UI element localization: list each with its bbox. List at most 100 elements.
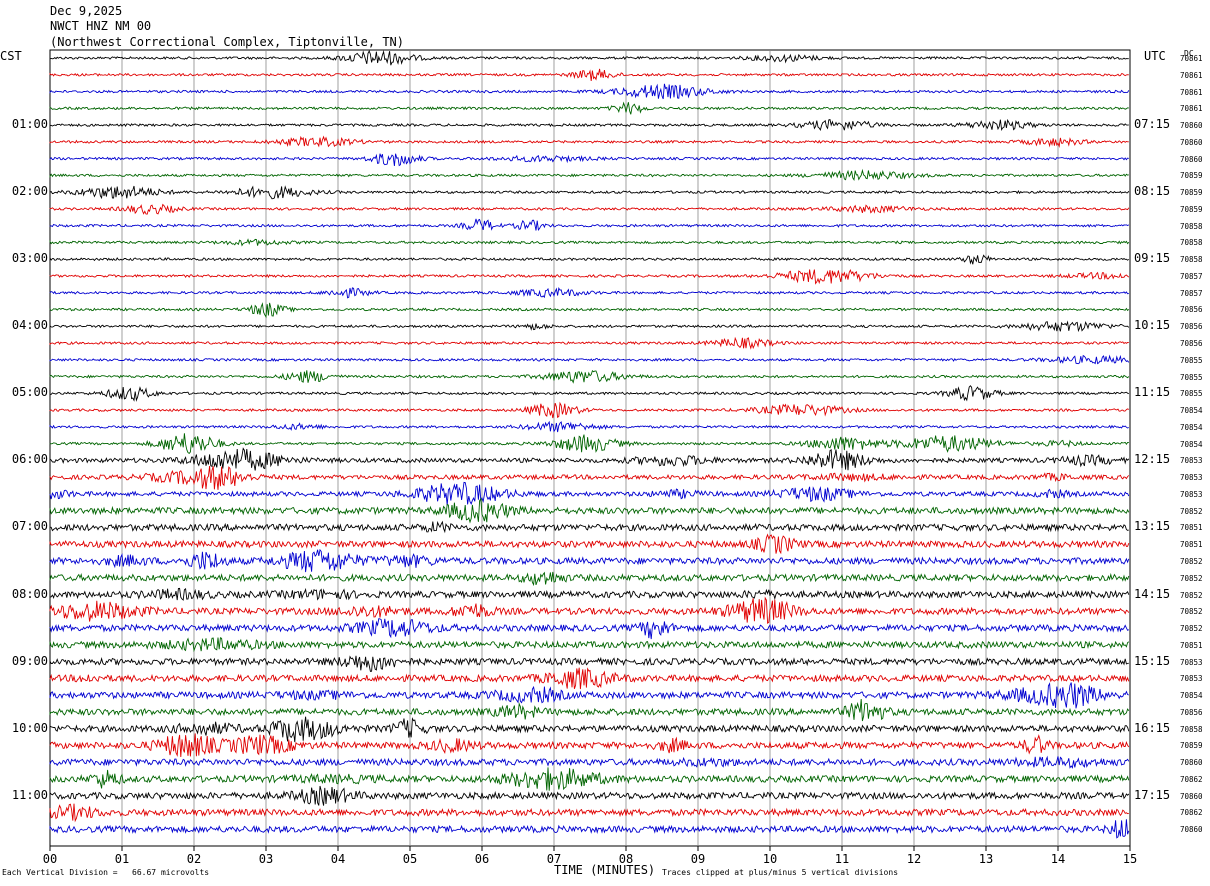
- x-tick-label: 05: [402, 852, 418, 866]
- left-hour-label: 02:00: [11, 184, 48, 199]
- x-axis-label: TIME (MINUTES): [554, 863, 656, 877]
- right-hour-label: 16:15: [1134, 720, 1171, 735]
- dc-offset-value: 70859: [1180, 741, 1203, 751]
- x-tick-label: 06: [474, 852, 490, 866]
- dc-offset-value: 70858: [1180, 724, 1203, 734]
- dc-offset-value: 70860: [1180, 758, 1203, 768]
- seismic-trace: [49, 118, 1129, 132]
- x-tick-label: 12: [906, 852, 922, 866]
- dc-offset-value: 70860: [1180, 121, 1203, 131]
- seismic-trace: [49, 655, 1129, 672]
- x-tick-label: 15: [1122, 852, 1138, 866]
- seismic-trace: [49, 370, 1130, 384]
- x-tick-label: 09: [690, 852, 706, 866]
- dc-offset-value: 70862: [1180, 774, 1203, 784]
- seismic-trace: [49, 716, 1130, 743]
- x-tick-label: 01: [114, 852, 130, 866]
- seismic-trace: [49, 433, 1129, 455]
- dc-offset-value: 70854: [1180, 406, 1203, 416]
- dc-offset-value: 70853: [1180, 657, 1203, 667]
- left-hour-label: 06:00: [11, 452, 48, 467]
- x-tick-label: 04: [330, 852, 346, 866]
- left-hour-label: 01:00: [11, 117, 48, 132]
- left-hour-label: 11:00: [11, 787, 48, 802]
- seismic-trace: [49, 320, 1130, 333]
- right-hour-label: 07:15: [1134, 117, 1171, 132]
- left-hour-label: 03:00: [11, 251, 48, 266]
- scale-note: Each Vertical Division = 66.67 microvolt…: [2, 868, 210, 877]
- dc-offset-value: 70861: [1180, 104, 1203, 114]
- dc-offset-value: 70852: [1180, 556, 1203, 566]
- dc-offset-value: 70856: [1180, 339, 1203, 349]
- dc-offset-value: 70860: [1180, 137, 1203, 147]
- seismic-trace: [49, 767, 1130, 791]
- seismic-trace: [49, 637, 1130, 653]
- right-hour-label: 12:15: [1134, 452, 1171, 467]
- seismic-trace: [49, 618, 1130, 640]
- dc-offset-value: 70860: [1180, 791, 1203, 801]
- left-hour-label: 09:00: [11, 653, 48, 668]
- dc-offset-value: 70860: [1180, 825, 1203, 835]
- left-hour-label: 05:00: [11, 385, 48, 400]
- x-tick-label: 02: [186, 852, 202, 866]
- clip-note: Traces clipped at plus/minus 5 vertical …: [662, 868, 899, 877]
- dc-offset-value: 70853: [1180, 473, 1203, 483]
- seismic-trace: [49, 698, 1130, 722]
- dc-offset-value: 70858: [1180, 221, 1203, 231]
- dc-offset-value: 70857: [1180, 271, 1203, 281]
- right-hour-label: 17:15: [1134, 787, 1171, 802]
- x-tick-label: 00: [42, 852, 58, 866]
- seismic-trace: [49, 571, 1130, 587]
- right-hour-label: 10:15: [1134, 318, 1171, 333]
- seismic-trace: [49, 385, 1129, 402]
- seismic-trace: [49, 401, 1129, 419]
- dc-offset-value: 70861: [1180, 87, 1203, 97]
- dc-offset-value: 70853: [1180, 674, 1203, 684]
- helicorder-plot: [49, 49, 1131, 851]
- dc-offset-value: 70851: [1180, 640, 1203, 650]
- dc-offset-value: 70852: [1180, 607, 1203, 617]
- seismic-trace: [49, 83, 1130, 100]
- seismic-trace: [49, 168, 1129, 181]
- seismic-trace: [49, 50, 1129, 66]
- seismic-trace: [49, 153, 1129, 167]
- x-tick-label: 03: [258, 852, 274, 866]
- dc-offset-value: 70851: [1180, 523, 1203, 533]
- dc-offset-value: 70853: [1180, 456, 1203, 466]
- seismic-trace: [49, 803, 1129, 823]
- seismic-trace: [49, 755, 1130, 769]
- dc-offset-value: 70861: [1180, 70, 1203, 80]
- seismic-trace: [49, 587, 1130, 601]
- seismic-trace: [49, 596, 1130, 624]
- seismic-trace: [49, 336, 1129, 350]
- seismic-trace: [49, 302, 1130, 319]
- dc-offset-value: 70856: [1180, 707, 1203, 717]
- x-tick-label: 14: [1050, 852, 1066, 866]
- seismic-trace: [49, 203, 1130, 215]
- seismic-trace: [49, 548, 1130, 573]
- seismic-trace: [49, 733, 1130, 758]
- left-hour-label: 08:00: [11, 586, 48, 601]
- right-hour-label: 13:15: [1134, 519, 1171, 534]
- seismic-trace: [49, 497, 1130, 524]
- seismic-trace: [49, 238, 1130, 247]
- left-hour-label: 10:00: [11, 720, 48, 735]
- seismic-trace: [49, 218, 1130, 232]
- right-hour-label: 11:15: [1134, 385, 1171, 400]
- dc-offset-value: 70858: [1180, 238, 1203, 248]
- right-hour-label: 15:15: [1134, 653, 1171, 668]
- right-hour-label: 08:15: [1134, 184, 1171, 199]
- dc-offset-value: 70855: [1180, 372, 1203, 382]
- seismic-trace: [49, 447, 1130, 471]
- dc-offset-value: 70859: [1180, 188, 1203, 198]
- seismic-trace: [49, 68, 1129, 81]
- x-tick-label: 10: [762, 852, 778, 866]
- seismic-trace: [49, 254, 1130, 265]
- x-tick-label: 13: [978, 852, 994, 866]
- dc-offset-value: 70856: [1180, 305, 1203, 315]
- dc-offset-value: 70862: [1180, 808, 1203, 818]
- dc-offset-value: 70859: [1180, 171, 1203, 181]
- dc-offset-value: 70856: [1180, 322, 1203, 332]
- dc-offset-value: 70855: [1180, 389, 1203, 399]
- dc-offset-value: 70860: [1180, 154, 1203, 164]
